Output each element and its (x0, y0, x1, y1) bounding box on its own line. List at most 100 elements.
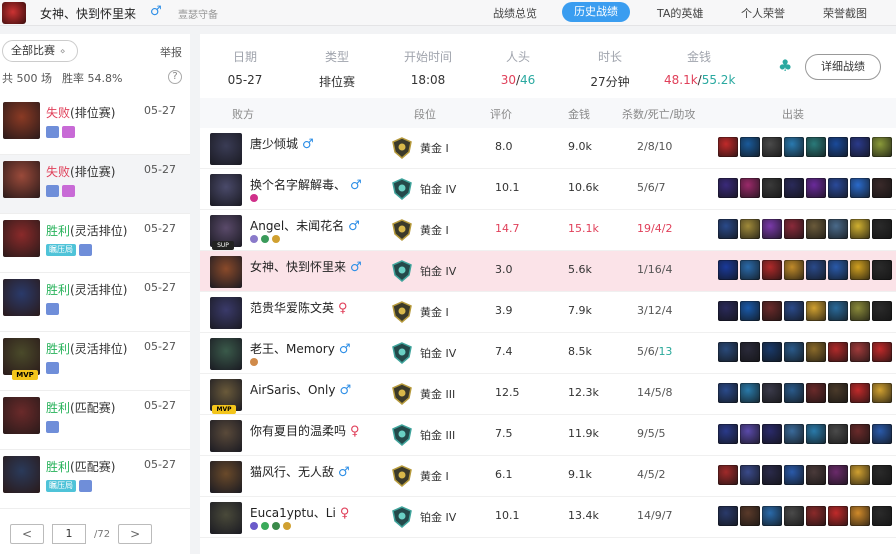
item-icon[interactable] (828, 137, 848, 157)
item-icon[interactable] (718, 260, 738, 280)
user-avatar[interactable] (2, 2, 26, 24)
item-icon[interactable] (762, 137, 782, 157)
player-name[interactable]: 老王、Memory ♂ (250, 340, 350, 357)
item-icon[interactable] (740, 260, 760, 280)
item-icon[interactable] (762, 383, 782, 403)
item-icon[interactable] (828, 465, 848, 485)
item-icon[interactable] (872, 342, 892, 362)
item-icon[interactable] (828, 506, 848, 526)
item-icon[interactable] (872, 260, 892, 280)
item-icon[interactable] (872, 506, 892, 526)
item-icon[interactable] (806, 301, 826, 321)
item-icon[interactable] (872, 424, 892, 444)
player-name[interactable]: 你有夏目的温柔吗 ♀ (250, 422, 360, 439)
player-name[interactable]: 女神、快到怀里来 ♂ (250, 258, 362, 275)
item-icon[interactable] (784, 301, 804, 321)
item-icon[interactable] (872, 137, 892, 157)
item-icon[interactable] (850, 342, 870, 362)
player-name[interactable]: Euca1yptu、Li ♀ (250, 504, 349, 521)
item-icon[interactable] (762, 178, 782, 198)
page-input[interactable]: 1 (52, 524, 86, 544)
item-icon[interactable] (762, 465, 782, 485)
item-icon[interactable] (718, 465, 738, 485)
table-row[interactable]: 猫风行、无人敌 ♂ 黄金 I 6.1 9.1k 4/5/2 (200, 456, 896, 497)
item-icon[interactable] (850, 301, 870, 321)
match-item[interactable]: 胜利(匹配赛) 05-27 瞩压局 (0, 450, 190, 509)
match-item[interactable]: 失败(排位赛) 05-27 (0, 96, 190, 155)
item-icon[interactable] (784, 506, 804, 526)
table-row[interactable]: 范贵华爱陈文英 ♀ 黄金 I 3.9 7.9k 3/12/4 (200, 292, 896, 333)
table-row[interactable]: 老王、Memory ♂ 铂金 IV 7.4 8.5k 5/6/13 (200, 333, 896, 374)
table-row[interactable]: 唐少倾城 ♂ 黄金 I 8.0 9.0k 2/8/10 (200, 128, 896, 169)
tab-honors[interactable]: 个人荣誉 (741, 5, 785, 21)
item-icon[interactable] (740, 465, 760, 485)
item-icon[interactable] (806, 219, 826, 239)
table-row[interactable]: 换个名字解解毒、 ♂ 铂金 IV 10.1 10.6k 5/6/7 (200, 169, 896, 210)
item-icon[interactable] (806, 383, 826, 403)
item-icon[interactable] (806, 506, 826, 526)
item-icon[interactable] (718, 342, 738, 362)
item-icon[interactable] (872, 219, 892, 239)
item-icon[interactable] (784, 178, 804, 198)
item-icon[interactable] (784, 424, 804, 444)
item-icon[interactable] (872, 383, 892, 403)
tab-history[interactable]: 历史战绩 (562, 2, 630, 22)
item-icon[interactable] (806, 342, 826, 362)
item-icon[interactable] (718, 219, 738, 239)
item-icon[interactable] (850, 178, 870, 198)
help-icon[interactable]: ? (168, 70, 182, 84)
item-icon[interactable] (828, 219, 848, 239)
prev-page-button[interactable]: < (10, 524, 44, 544)
item-icon[interactable] (872, 301, 892, 321)
table-row[interactable]: 你有夏目的温柔吗 ♀ 铂金 III 7.5 11.9k 9/5/5 (200, 415, 896, 456)
item-icon[interactable] (740, 219, 760, 239)
item-icon[interactable] (718, 506, 738, 526)
item-icon[interactable] (784, 219, 804, 239)
item-icon[interactable] (850, 383, 870, 403)
table-row[interactable]: Euca1yptu、Li ♀ 铂金 IV 10.1 13.4k 14/9/7 (200, 497, 896, 538)
item-icon[interactable] (850, 424, 870, 444)
item-icon[interactable] (806, 424, 826, 444)
table-row[interactable]: 女神、快到怀里来 ♂ 铂金 IV 3.0 5.6k 1/16/4 (200, 251, 896, 292)
item-icon[interactable] (718, 424, 738, 444)
item-icon[interactable] (784, 465, 804, 485)
item-icon[interactable] (762, 424, 782, 444)
item-icon[interactable] (850, 465, 870, 485)
item-icon[interactable] (828, 260, 848, 280)
player-name[interactable]: 猫风行、无人敌 ♂ (250, 463, 350, 480)
detail-stats-button[interactable]: 详细战绩 (805, 54, 881, 80)
item-icon[interactable] (850, 219, 870, 239)
report-link[interactable]: 举报 (160, 44, 182, 60)
table-row[interactable]: MVP AirSaris、Only ♂ 黄金 III 12.5 12.3k 14/5/8 (200, 374, 896, 415)
item-icon[interactable] (828, 301, 848, 321)
player-name[interactable]: 唐少倾城 ♂ (250, 135, 314, 152)
item-icon[interactable] (740, 383, 760, 403)
item-icon[interactable] (850, 260, 870, 280)
tab-screenshots[interactable]: 荣誉截图 (823, 5, 867, 21)
next-page-button[interactable]: > (118, 524, 153, 544)
item-icon[interactable] (762, 301, 782, 321)
player-name[interactable]: AirSaris、Only ♂ (250, 381, 351, 398)
item-icon[interactable] (762, 506, 782, 526)
item-icon[interactable] (784, 260, 804, 280)
item-icon[interactable] (718, 137, 738, 157)
item-icon[interactable] (740, 178, 760, 198)
item-icon[interactable] (828, 383, 848, 403)
item-icon[interactable] (872, 465, 892, 485)
item-icon[interactable] (718, 301, 738, 321)
item-icon[interactable] (784, 342, 804, 362)
player-name[interactable]: Angel、未闻花名 ♂ (250, 217, 360, 234)
item-icon[interactable] (740, 301, 760, 321)
tab-heroes[interactable]: TA的英雄 (657, 5, 703, 21)
item-icon[interactable] (828, 424, 848, 444)
table-row[interactable]: SUP Angel、未闻花名 ♂ 黄金 I 14.7 15.1k 19/4/2 (200, 210, 896, 251)
item-icon[interactable] (806, 465, 826, 485)
item-icon[interactable] (828, 178, 848, 198)
item-icon[interactable] (740, 342, 760, 362)
match-filter-dropdown[interactable]: 全部比赛 ⋄ (2, 40, 78, 62)
item-icon[interactable] (762, 260, 782, 280)
player-name[interactable]: 换个名字解解毒、 ♂ (250, 176, 362, 193)
match-item[interactable]: MVP 胜利(灵活排位) 05-27 (0, 332, 190, 391)
item-icon[interactable] (806, 260, 826, 280)
match-item[interactable]: 失败(排位赛) 05-27 (0, 155, 190, 214)
